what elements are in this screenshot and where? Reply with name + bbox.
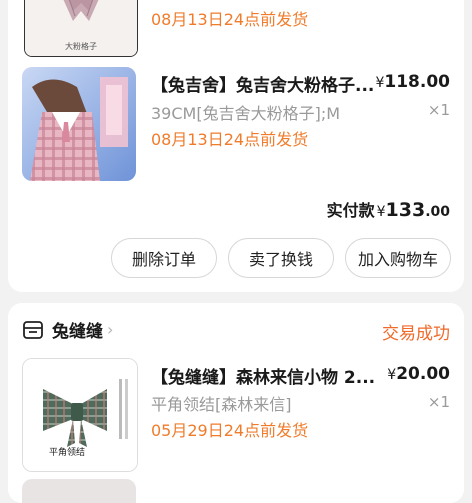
total-amount: 133 <box>385 199 426 221</box>
product-spec: 39CM[兔吉舍大粉格子];M <box>151 104 341 123</box>
currency-symbol: ¥ <box>376 204 386 220</box>
price-value: 118.00 <box>384 72 450 92</box>
image-caption: 平角领结 <box>49 448 86 458</box>
image-caption: 大粉格子 <box>65 42 97 51</box>
product-thumbnail[interactable]: 平角领结 <box>22 358 138 472</box>
chevron-right-icon: › <box>107 320 114 339</box>
order-total: 实付款 ¥133.00 <box>327 197 450 221</box>
order-card: 大粉格子 08月13日24点前发货 【兔吉舍】兔吉舍大粉格子... ¥118.0… <box>8 0 464 292</box>
resell-button[interactable]: 卖了换钱 <box>228 238 334 278</box>
product-spec: 平角领结[森林来信] <box>151 395 292 414</box>
next-item-thumbnail[interactable] <box>22 479 136 503</box>
total-label: 实付款 <box>326 201 375 220</box>
shipping-deadline: 05月29日24点前发货 <box>151 421 309 440</box>
total-decimal: .00 <box>425 204 450 220</box>
price-value: 20.00 <box>396 364 450 384</box>
delete-order-button[interactable]: 删除订单 <box>111 238 217 278</box>
shipping-deadline: 08月13日24点前发货 <box>151 130 309 149</box>
product-thumbnail[interactable]: 大粉格子 <box>24 0 138 57</box>
currency-symbol: ¥ <box>387 367 397 383</box>
shop-icon <box>22 320 44 340</box>
order-status: 交易成功 <box>382 324 450 344</box>
add-to-cart-button[interactable]: 加入购物车 <box>345 238 451 278</box>
product-title[interactable]: 【兔缝缝】森林来信小物 2... <box>151 363 381 388</box>
product-quantity: ×1 <box>427 393 450 411</box>
shipping-deadline: 08月13日24点前发货 <box>151 10 309 29</box>
product-quantity: ×1 <box>427 101 450 119</box>
product-price: ¥20.00 <box>387 364 450 384</box>
order-card: 兔缝缝 › 交易成功 平角领结 【兔缝缝】森林来信小物 2... ¥20.00 <box>8 303 464 503</box>
product-title[interactable]: 【兔吉舍】兔吉舍大粉格子... <box>151 71 381 96</box>
product-price: ¥118.00 <box>375 72 450 92</box>
shop-header[interactable]: 兔缝缝 › <box>22 317 113 342</box>
shop-name[interactable]: 兔缝缝 <box>52 317 103 342</box>
product-thumbnail[interactable] <box>22 67 136 181</box>
